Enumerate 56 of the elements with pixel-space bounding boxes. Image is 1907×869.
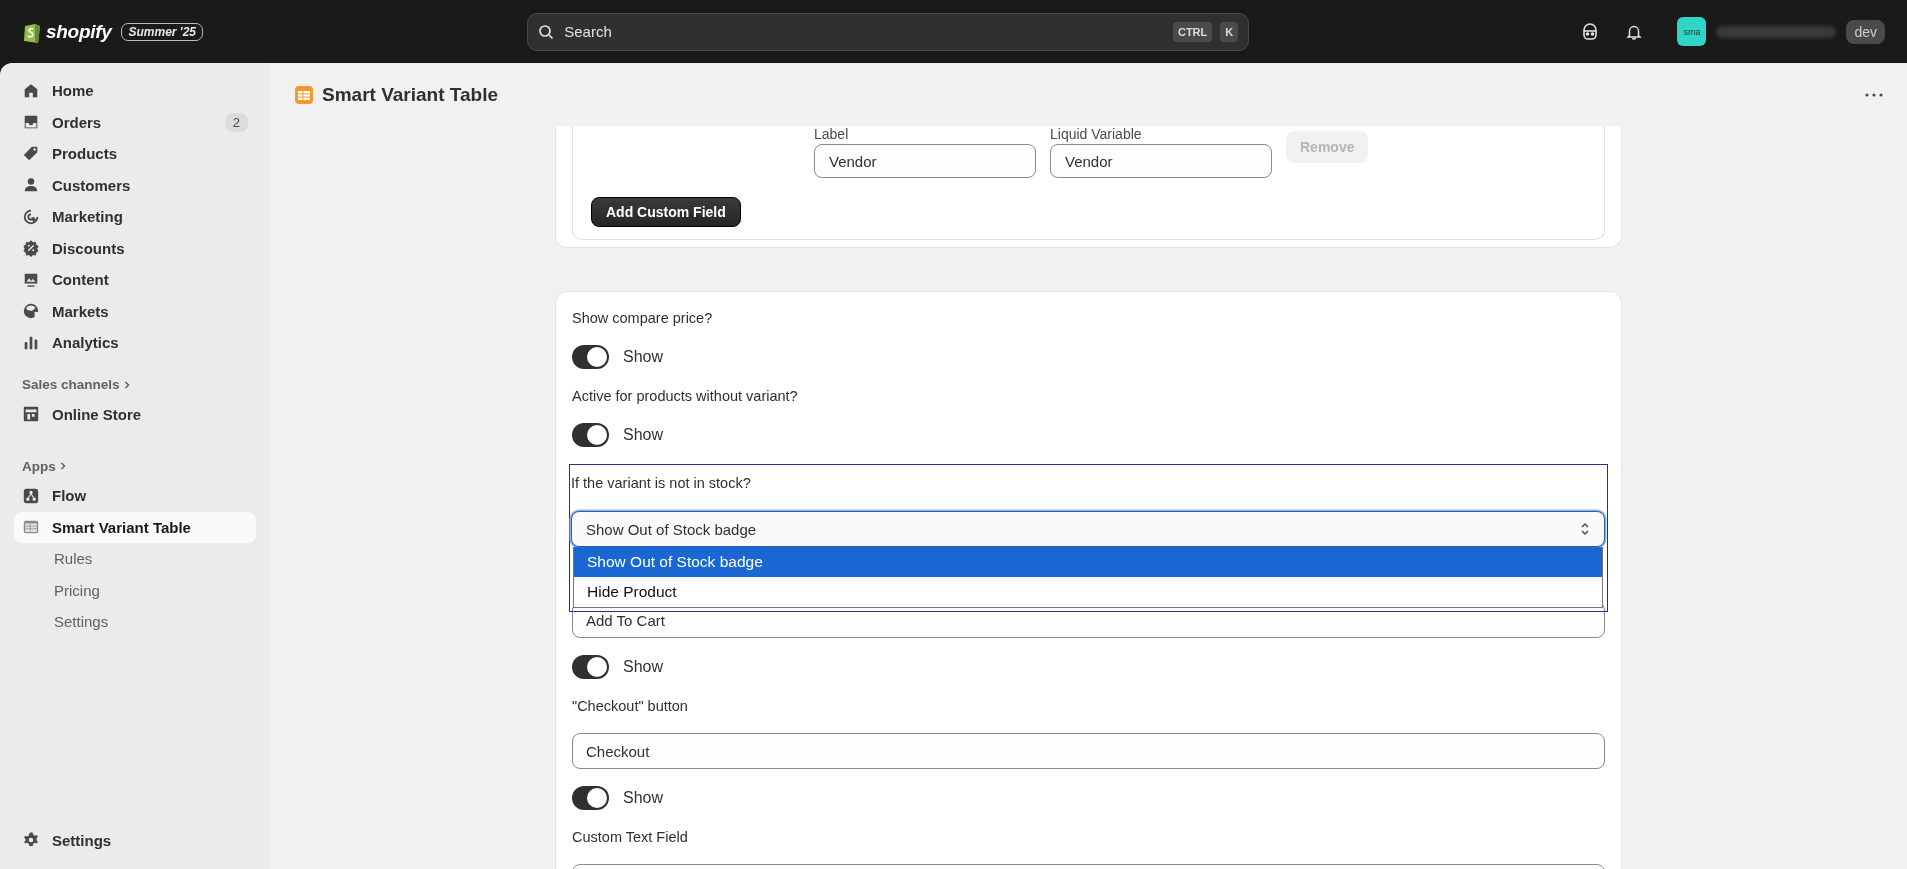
settings-link[interactable]: Settings	[14, 824, 256, 856]
tag-icon	[22, 144, 40, 163]
sidebar-subitem[interactable]: Pricing	[14, 574, 256, 606]
column-label: Label	[814, 126, 850, 144]
section-heading-link[interactable]: Sales channels	[22, 370, 132, 399]
question-label: If the variant is not in stock?	[571, 474, 752, 493]
storefront-icon	[22, 405, 40, 424]
search-icon	[538, 23, 555, 40]
sidebar-item[interactable]: Content	[14, 264, 256, 296]
variable-input-field[interactable]: Vendor	[1050, 144, 1272, 178]
dropdown-select[interactable]: Show Out of Stock badge	[571, 511, 1605, 547]
toggle-label: Show	[623, 426, 664, 444]
sidebar-item[interactable]: Discounts	[14, 232, 256, 264]
toggle-label: Show	[623, 658, 664, 676]
question-label: Show compare price?	[572, 309, 714, 328]
question-label: "Checkout" button	[572, 697, 689, 716]
sidebar-item[interactable]: Smart Variant Table	[14, 511, 256, 543]
sidebar-item[interactable]: Flow	[14, 480, 256, 512]
dropdown-option[interactable]: Show Out of Stock badge	[574, 547, 1602, 577]
shortcut-key: K	[1220, 21, 1239, 42]
sidebar-item[interactable]: Orders 2	[14, 106, 256, 138]
sidebar-item[interactable]: Customers	[14, 169, 256, 201]
toggle-label: Show	[623, 348, 664, 366]
sidebar-item[interactable]: Analytics	[14, 327, 256, 359]
search-field[interactable]: Search	[562, 22, 1165, 41]
edition-badge: Summer '25	[121, 22, 204, 41]
section-heading-link[interactable]: Apps	[22, 452, 68, 480]
label-input-field[interactable]: Vendor	[814, 144, 1036, 178]
sidebar-item[interactable]: Products	[14, 138, 256, 170]
shortcut-key: CTRL	[1172, 21, 1213, 42]
sidebar-item[interactable]: Marketing	[14, 201, 256, 233]
toggle-switch[interactable]	[572, 786, 609, 810]
search-bar[interactable]: Search CTRL K	[527, 12, 1250, 51]
store-avatar[interactable]: sma	[1677, 17, 1707, 46]
text-input-field[interactable]: Checkout	[572, 733, 1605, 769]
add-custom-field-button[interactable]: Add Custom Field	[591, 197, 741, 227]
question-label: Active for products without variant?	[572, 387, 799, 406]
app-table-icon	[294, 84, 314, 105]
percent-badge-icon	[22, 239, 40, 258]
column-label: Liquid Variable	[1050, 126, 1143, 144]
flow-nodes-icon	[22, 486, 40, 505]
store-badge: dev	[1846, 19, 1885, 44]
chevron-updown-icon	[1580, 522, 1590, 536]
page-title: Smart Variant Table	[322, 83, 499, 106]
question-label: Custom Text Field	[572, 828, 689, 847]
toggle-switch[interactable]	[572, 655, 609, 679]
logo-wordmark[interactable]: shopify	[46, 20, 112, 43]
sidebar-item[interactable]: Home	[14, 75, 256, 107]
sidebar-item[interactable]: Markets	[14, 295, 256, 327]
toggle-switch[interactable]	[572, 423, 609, 447]
toggle-label: Show	[623, 789, 664, 807]
toggle-switch[interactable]	[572, 345, 609, 369]
count-badge: 2	[224, 112, 248, 132]
sidebar-subitem[interactable]: Settings	[14, 606, 256, 638]
sidebar-subitem[interactable]: Rules	[14, 543, 256, 575]
sidebar-item[interactable]: Online Store	[14, 398, 256, 430]
